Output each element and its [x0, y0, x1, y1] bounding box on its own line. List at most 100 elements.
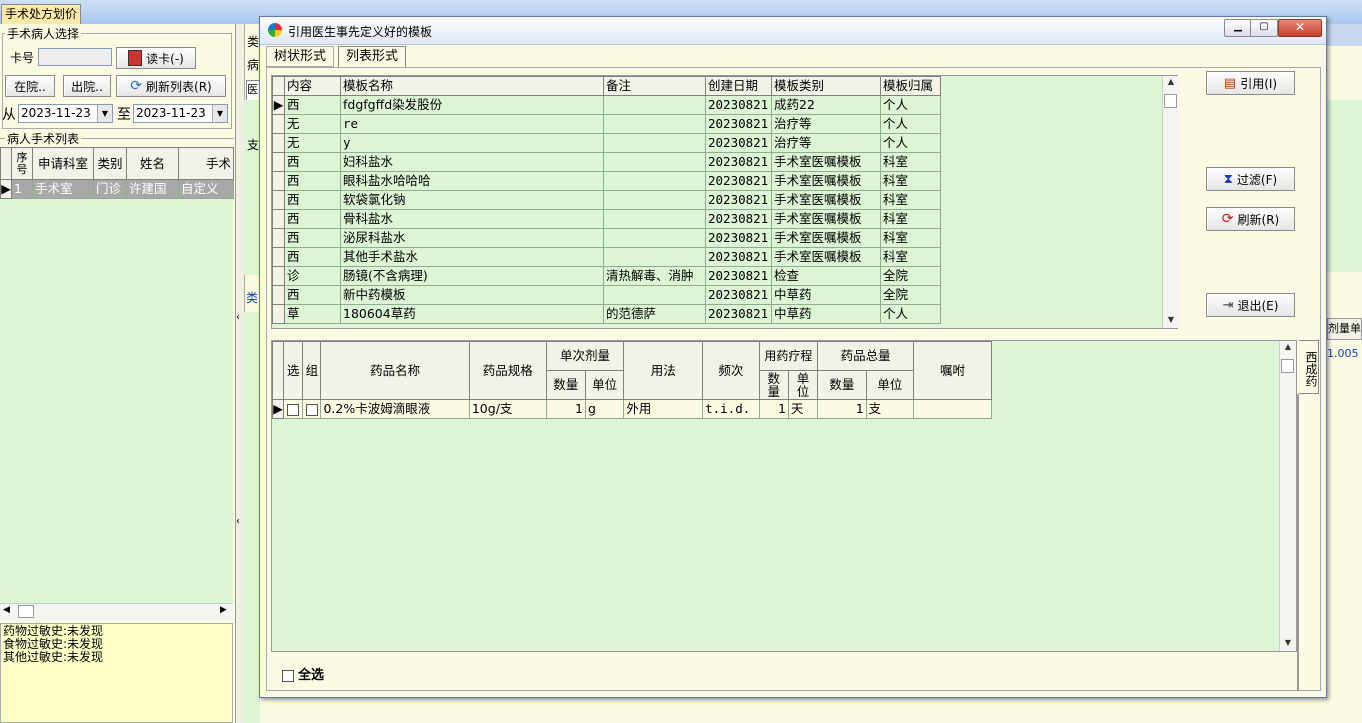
scroll-thumb[interactable] — [18, 605, 34, 618]
col-header[interactable]: 模板归属 — [880, 76, 941, 96]
maximize-button[interactable]: ▢ — [1250, 19, 1278, 37]
row-group-checkbox[interactable] — [302, 399, 322, 419]
read-card-button[interactable]: 读卡(-) — [116, 47, 196, 69]
card-reader-icon — [128, 50, 143, 66]
patient-list-table: 序号 申请科室 类别 姓名 手术 ▶ 1 手术室 门诊 许建国 自定义 — [0, 147, 234, 199]
scroll-thumb[interactable] — [1164, 94, 1177, 108]
side-tab[interactable]: 西成药 — [1299, 340, 1319, 394]
bg-right-panel — [1327, 100, 1362, 272]
refresh-button[interactable]: ⟳ 刷新(R) — [1206, 207, 1295, 231]
col-header[interactable]: 数量 — [817, 370, 867, 400]
col-header[interactable]: 药品规格 — [468, 341, 547, 400]
close-button[interactable]: ✕ — [1278, 19, 1322, 37]
card-input[interactable] — [38, 48, 112, 66]
col-header[interactable]: 单位 — [584, 370, 625, 400]
main-tab[interactable]: 手术处方划价 — [1, 4, 81, 24]
exit-button[interactable]: ⇥ 退出(E) — [1206, 293, 1295, 317]
app-icon — [268, 23, 282, 37]
col-header[interactable]: 药品名称 — [320, 341, 470, 400]
scroll-up-icon[interactable]: ▲ — [1163, 77, 1179, 86]
table-row[interactable]: 西其他手术盐水 20230821 手术室医嘱模板 科室 — [272, 247, 941, 267]
scroll-thumb[interactable] — [1281, 359, 1294, 373]
table-row[interactable]: 西骨科盐水 20230821 手术室医嘱模板 科室 — [272, 209, 941, 229]
template-table: 内容 模板名称 备注 创建日期 模板类别 模板归属 ▶ 西 fdgfgffd染发股份… — [272, 76, 941, 324]
table-header-row: 选 组 药品名称 药品规格 单次剂量 用法 频次 用药疗程 药品总量 嘱咐 — [271, 341, 992, 400]
minimize-button[interactable]: ▁ — [1224, 19, 1252, 37]
quote-button[interactable]: ▤ 引用(I) — [1206, 71, 1295, 95]
date-to-picker[interactable]: 2023-11-23 ▼ — [133, 104, 228, 123]
list-group-title: 病人手术列表 — [5, 130, 82, 147]
template-vscroll[interactable]: ▲ ▼ — [1162, 76, 1179, 328]
col-header[interactable]: 类别 — [93, 147, 127, 180]
table-row[interactable]: 西妇科盐水 20230821 手术室医嘱模板 科室 — [272, 152, 941, 172]
scroll-up-icon[interactable]: ▲ — [1280, 342, 1296, 351]
table-header-row: 序号 申请科室 类别 姓名 手术 — [0, 147, 234, 180]
col-header[interactable]: 姓名 — [126, 147, 179, 180]
col-header[interactable]: 药品总量 — [817, 341, 915, 371]
scroll-down-icon[interactable]: ▼ — [1280, 638, 1296, 647]
col-header[interactable]: 序号 — [11, 147, 33, 180]
table-row[interactable]: 无 y 20230821 治疗等 个人 — [272, 133, 941, 153]
table-row[interactable]: 西泌尿科盐水 20230821 手术室医嘱模板 科室 — [272, 228, 941, 248]
allergy-other: 其他过敏史:未发现 — [3, 650, 104, 664]
col-header[interactable]: 选 — [283, 341, 304, 400]
refresh-list-button[interactable]: ⟳ 刷新列表(R) — [116, 75, 226, 97]
detail-table: 选 组 药品名称 药品规格 单次剂量 用法 频次 用药疗程 药品总量 嘱咐 数量… — [271, 341, 992, 419]
collapse-left-icon[interactable]: ‹ — [236, 312, 240, 323]
collapse-left-icon[interactable]: ‹ — [236, 516, 240, 527]
col-header[interactable]: 模板类别 — [771, 76, 881, 96]
chevron-down-icon[interactable]: ▼ — [97, 105, 112, 122]
col-header[interactable]: 单次剂量 — [545, 341, 625, 371]
table-row[interactable]: ▶ 0.2%卡波姆滴眼液 10g/支 1 g 外用 t.i.d. 1 天 1 支 — [271, 399, 992, 419]
col-header[interactable]: 用药疗程 — [758, 341, 819, 371]
select-all-checkbox[interactable]: 全选 — [282, 664, 324, 683]
tab-list-view[interactable]: 列表形式 — [338, 46, 406, 68]
table-row[interactable]: 西软袋氯化钠 20230821 手术室医嘱模板 科室 — [272, 190, 941, 210]
dialog-title: 引用医生事先定义好的模板 — [288, 25, 433, 39]
col-header[interactable]: 单位 — [787, 370, 819, 400]
table-row[interactable]: 无 re 20230821 治疗等 个人 — [272, 114, 941, 134]
table-row[interactable]: 西眼科盐水哈哈哈 20230821 手术室医嘱模板 科室 — [272, 171, 941, 191]
dialog-titlebar[interactable]: 引用医生事先定义好的模板 ▁ ▢ ✕ — [260, 17, 1326, 45]
col-header[interactable]: 组 — [302, 341, 322, 400]
scroll-left-icon[interactable]: ◀ — [3, 605, 10, 615]
from-label: 从 — [2, 107, 16, 123]
col-header[interactable]: 频次 — [702, 341, 760, 400]
side-tab-strip — [1297, 394, 1299, 691]
scroll-right-icon[interactable]: ▶ — [220, 605, 227, 615]
bg-label: 类 — [246, 291, 259, 305]
table-header-row: 内容 模板名称 备注 创建日期 模板类别 模板归属 — [272, 76, 941, 96]
col-header[interactable]: 备注 — [603, 76, 706, 96]
col-header[interactable]: 单位 — [865, 370, 915, 400]
table-row[interactable]: 草 180604草药 的范德萨 20230821 中草药 个人 — [272, 304, 941, 324]
main-tab-label: 手术处方划价 — [4, 7, 77, 21]
in-hospital-button[interactable]: 在院.. — [5, 75, 55, 97]
bg-grid-strip — [244, 312, 260, 723]
col-header[interactable]: 嘱咐 — [913, 341, 992, 400]
col-header[interactable]: 手术 — [178, 147, 234, 180]
list-hscroll[interactable]: ◀ ▶ — [0, 603, 233, 620]
scroll-down-icon[interactable]: ▼ — [1163, 315, 1179, 324]
col-header[interactable]: 数量 — [758, 370, 789, 400]
table-row[interactable]: 西新中药模板 20230821 中草药 全院 — [272, 285, 941, 305]
col-header[interactable]: 用法 — [623, 341, 704, 400]
detail-vscroll[interactable]: ▲ ▼ — [1279, 341, 1296, 651]
refresh-icon: ⟳ — [130, 78, 143, 94]
col-header[interactable]: 创建日期 — [705, 76, 772, 96]
table-row[interactable]: 诊肠镜(不含病理) 清热解毒、消肿 20230821 检查 全院 — [272, 266, 941, 286]
filter-button[interactable]: ⧗ 过滤(F) — [1206, 167, 1295, 191]
chevron-down-icon[interactable]: ▼ — [212, 105, 227, 122]
row-select-checkbox[interactable] — [283, 399, 304, 419]
discharged-button[interactable]: 出院.. — [63, 75, 111, 97]
col-header[interactable]: 数量 — [545, 370, 586, 400]
date-from-picker[interactable]: 2023-11-23 ▼ — [18, 104, 113, 123]
col-header[interactable]: 申请科室 — [32, 147, 94, 180]
table-row[interactable]: ▶ 西 fdgfgffd染发股份 20230821 成药22 个人 — [272, 95, 941, 115]
tab-tree-view[interactable]: 树状形式 — [266, 46, 334, 67]
bg-label: 支 — [247, 138, 260, 152]
table-row[interactable]: ▶ 1 手术室 门诊 许建国 自定义 — [0, 179, 234, 199]
patient-list-area — [0, 147, 233, 603]
col-header[interactable]: 模板名称 — [340, 76, 604, 96]
bg-label: 类 — [247, 35, 260, 49]
col-header[interactable]: 内容 — [284, 76, 341, 96]
